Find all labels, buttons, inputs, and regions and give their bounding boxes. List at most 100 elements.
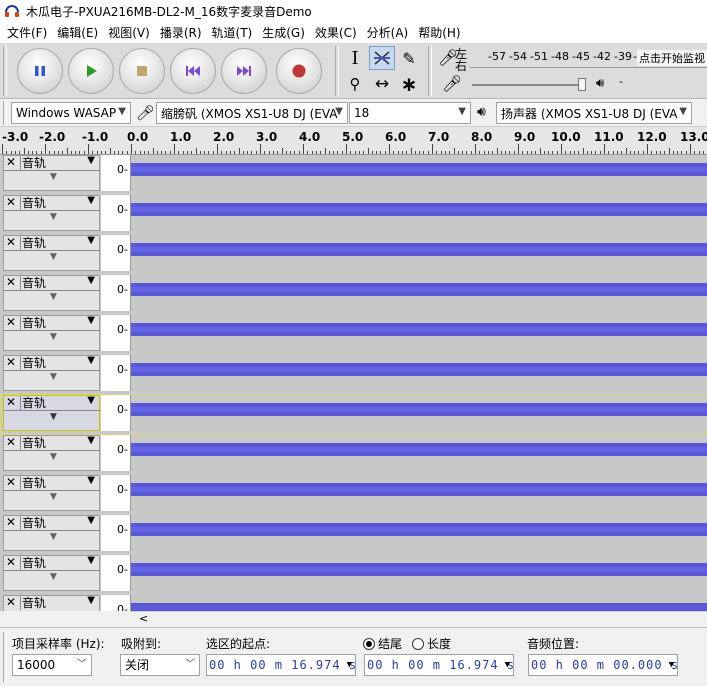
track-control-panel[interactable]: ✕ 音轨 ▼ ▼ [3, 475, 100, 511]
toolbar-grip[interactable] [335, 46, 339, 96]
stop-button[interactable] [119, 48, 165, 94]
track-control-panel[interactable]: ✕ 音轨 ▼ ▼ [3, 315, 100, 351]
track-menu-icon[interactable]: ▼ [87, 275, 95, 286]
play-button[interactable] [68, 48, 114, 94]
close-track-icon[interactable]: ✕ [6, 355, 16, 369]
collapse-icon[interactable]: ▼ [50, 572, 57, 582]
track-control-panel[interactable]: ✕ 音轨 ▼ ▼ [3, 275, 100, 311]
close-track-icon[interactable]: ✕ [6, 235, 16, 249]
collapse-icon[interactable]: ▼ [50, 452, 57, 462]
track-control-panel[interactable]: ✕ 音轨 ▼ ▼ [3, 515, 100, 551]
time-shift-tool[interactable]: ↔ [369, 72, 395, 96]
zoom-tool[interactable]: ⚲ [342, 72, 368, 96]
track-menu-icon[interactable]: ▼ [87, 515, 95, 526]
menu-view[interactable]: 视图(V) [103, 23, 155, 43]
track-control-panel[interactable]: ✕ 音轨 ▼ [3, 595, 100, 611]
close-track-icon[interactable]: ✕ [6, 315, 16, 329]
waveform[interactable] [131, 435, 707, 471]
selection-end-time[interactable]: 00 h 00 m 16.974 s ▼ [364, 654, 514, 676]
length-radio[interactable]: 长度 [412, 635, 451, 652]
waveform[interactable] [131, 595, 707, 611]
collapse-icon[interactable]: ▼ [50, 492, 57, 502]
track-menu-icon[interactable]: ▼ [87, 315, 95, 326]
skip-to-start-button[interactable] [170, 48, 216, 94]
collapse-icon[interactable]: ▼ [50, 252, 57, 262]
scroll-left-icon[interactable]: < [139, 612, 148, 625]
waveform[interactable] [131, 235, 707, 271]
waveform[interactable] [131, 275, 707, 311]
close-track-icon[interactable]: ✕ [6, 515, 16, 529]
playback-meter-icon[interactable]: 🎤︎ [442, 74, 462, 93]
close-track-icon[interactable]: ✕ [6, 395, 16, 409]
track[interactable]: ✕ 音轨 ▼ ▼ 0- [0, 235, 707, 275]
multi-tool[interactable]: ∗ [396, 72, 422, 96]
waveform[interactable] [131, 195, 707, 231]
menu-transport[interactable]: 播录(R) [155, 23, 207, 43]
timeline-ruler[interactable]: -3.0 -2.0 -1.0 0.0 1.0 2.0 3.0 4.0 5.0 6… [0, 127, 707, 155]
collapse-icon[interactable]: ▼ [50, 212, 57, 222]
track-menu-icon[interactable]: ▼ [87, 475, 95, 486]
waveform[interactable] [131, 395, 707, 431]
menu-generate[interactable]: 生成(G) [257, 23, 310, 43]
track[interactable]: ✕ 音轨 ▼ 0- [0, 595, 707, 611]
toolbar-grip[interactable] [3, 632, 7, 682]
track[interactable]: ✕ 音轨 ▼ ▼ 0- [0, 355, 707, 395]
selection-start-time[interactable]: 00 h 00 m 16.974 s ▼ [206, 654, 356, 676]
waveform[interactable] [131, 515, 707, 551]
close-track-icon[interactable]: ✕ [6, 555, 16, 569]
menu-effect[interactable]: 效果(C) [310, 23, 362, 43]
close-track-icon[interactable]: ✕ [6, 155, 16, 169]
menu-file[interactable]: 文件(F) [2, 23, 52, 43]
audio-host-select[interactable]: Windows WASAP ▼ [11, 102, 131, 124]
track[interactable]: ✕ 音轨 ▼ ▼ 0- [0, 515, 707, 555]
track-control-panel[interactable]: ✕ 音轨 ▼ ▼ [3, 235, 100, 271]
track-menu-icon[interactable]: ▼ [87, 395, 95, 406]
track[interactable]: ✕ 音轨 ▼ ▼ 0- [0, 555, 707, 595]
skip-to-end-button[interactable] [221, 48, 267, 94]
track[interactable]: ✕ 音轨 ▼ ▼ 0- [0, 195, 707, 235]
track-menu-icon[interactable]: ▼ [87, 195, 95, 206]
close-track-icon[interactable]: ✕ [6, 435, 16, 449]
toolbar-grip[interactable] [3, 101, 7, 125]
horizontal-scrollbar[interactable]: < [131, 611, 707, 627]
waveform[interactable] [131, 315, 707, 351]
pause-button[interactable] [17, 48, 63, 94]
playback-meter-scale[interactable]: - [619, 75, 623, 88]
close-track-icon[interactable]: ✕ [6, 475, 16, 489]
track-menu-icon[interactable]: ▼ [87, 555, 95, 566]
collapse-icon[interactable]: ▼ [50, 172, 57, 182]
toolbar-grip[interactable] [3, 46, 7, 96]
track-menu-icon[interactable]: ▼ [87, 235, 95, 246]
waveform[interactable] [131, 155, 707, 191]
track[interactable]: ✕ 音轨 ▼ ▼ 0- [0, 435, 707, 475]
dropdown-arrow-icon[interactable]: ▼ [505, 655, 511, 675]
track-focused[interactable]: ✕ 音轨 ▼ ▼ 0- [0, 394, 707, 436]
track-control-panel[interactable]: ✕ 音轨 ▼ ▼ [3, 555, 100, 591]
track[interactable]: ✕ 音轨 ▼ ▼ 0- [0, 275, 707, 315]
collapse-icon[interactable]: ▼ [50, 372, 57, 382]
playback-volume-slider[interactable] [472, 78, 586, 91]
track-menu-icon[interactable]: ▼ [87, 435, 95, 446]
track-control-panel[interactable]: ✕ 音轨 ▼ ▼ [3, 435, 100, 471]
close-track-icon[interactable]: ✕ [6, 275, 16, 289]
track-menu-icon[interactable]: ▼ [87, 595, 95, 606]
track-control-panel[interactable]: ✕ 音轨 ▼ ▼ [3, 155, 100, 191]
close-track-icon[interactable]: ✕ [6, 595, 16, 609]
recording-channels-select[interactable]: 18 ▼ [349, 102, 471, 124]
dropdown-arrow-icon[interactable]: ▼ [347, 655, 353, 675]
envelope-tool[interactable] [369, 46, 395, 70]
track[interactable]: ✕ 音轨 ▼ ▼ 0- [0, 155, 707, 195]
draw-tool[interactable]: ✎ [396, 46, 422, 70]
waveform[interactable] [131, 355, 707, 391]
track-menu-icon[interactable]: ▼ [87, 155, 95, 166]
collapse-icon[interactable]: ▼ [50, 532, 57, 542]
snap-to-select[interactable]: 关闭 ﹀ [120, 654, 200, 676]
project-rate-select[interactable]: 16000 ﹀ [12, 654, 92, 676]
playback-device-select[interactable]: 扬声器 (XMOS XS1-U8 DJ (EVA ▼ [496, 102, 692, 124]
end-radio[interactable]: 结尾 [363, 635, 402, 652]
audio-position-time[interactable]: 00 h 00 m 00.000 s ▼ [528, 654, 678, 676]
record-button[interactable] [276, 48, 322, 94]
track[interactable]: ✕ 音轨 ▼ ▼ 0- [0, 475, 707, 515]
collapse-icon[interactable]: ▼ [50, 332, 57, 342]
track-menu-icon[interactable]: ▼ [87, 355, 95, 366]
